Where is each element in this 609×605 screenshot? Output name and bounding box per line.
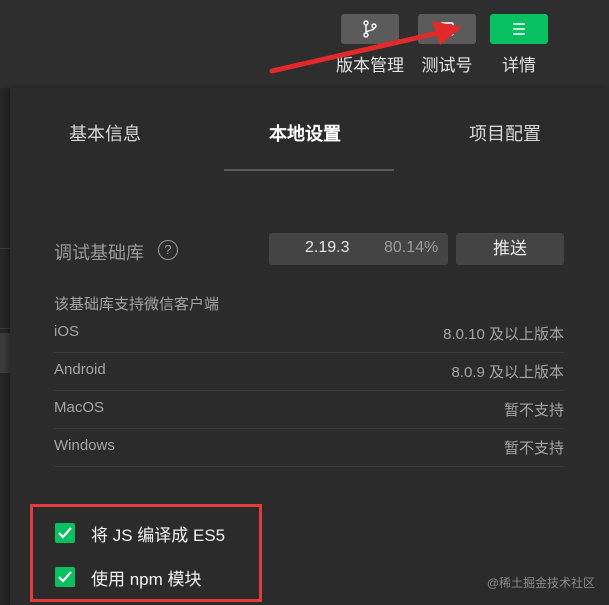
lib-version-select[interactable]: 2.19.3 80.14% — [269, 233, 448, 265]
debug-lib-row: 调试基础库 ? 2.19.3 80.14% 推送 — [54, 233, 564, 267]
test-account-button[interactable]: 测试号 — [414, 14, 480, 76]
os-name: Windows — [54, 437, 115, 454]
watermark: @稀土掘金技术社区 — [486, 576, 595, 590]
os-row-windows: Windows 暂不支持 — [54, 428, 564, 467]
menu-icon — [490, 14, 548, 44]
lib-version-value: 2.19.3 — [305, 239, 350, 256]
branch-icon — [341, 14, 399, 44]
help-icon[interactable]: ? — [158, 240, 178, 260]
support-title: 该基础库支持微信客户端 — [54, 296, 220, 313]
version-management-button[interactable]: 版本管理 — [334, 14, 406, 76]
highlight-box: 将 JS 编译成 ES5 使用 npm 模块 — [30, 504, 262, 602]
details-button[interactable]: 详情 — [487, 14, 551, 76]
tab-local-settings[interactable]: 本地设置 — [269, 120, 341, 146]
os-min-version: 8.0.10 及以上版本 — [443, 326, 564, 343]
os-row-ios: iOS 8.0.10 及以上版本 — [54, 314, 564, 353]
os-name: MacOS — [54, 399, 105, 416]
version-management-label: 版本管理 — [336, 56, 404, 75]
details-label: 详情 — [502, 56, 536, 75]
test-account-icon — [418, 14, 476, 44]
debug-lib-label: 调试基础库 — [54, 243, 144, 263]
tab-basic-info[interactable]: 基本信息 — [69, 120, 141, 146]
lib-coverage-percent: 80.14% — [384, 239, 439, 256]
push-button[interactable]: 推送 — [456, 233, 564, 265]
checkbox-checked-icon[interactable] — [55, 567, 75, 587]
os-row-macos: MacOS 暂不支持 — [54, 390, 564, 429]
active-tab-indicator — [224, 169, 394, 171]
checkbox-checked-icon[interactable] — [55, 523, 75, 543]
os-min-version: 8.0.9 及以上版本 — [451, 364, 564, 381]
option-label: 将 JS 编译成 ES5 — [91, 526, 226, 545]
option-label: 使用 npm 模块 — [91, 570, 202, 589]
background-window-edge — [0, 88, 10, 605]
tab-bar: 基本信息 本地设置 项目配置 — [10, 88, 609, 171]
os-min-version: 暂不支持 — [503, 402, 564, 419]
tab-project-config[interactable]: 项目配置 — [469, 120, 541, 146]
test-account-label: 测试号 — [421, 56, 473, 75]
os-name: iOS — [54, 323, 80, 340]
os-min-version: 暂不支持 — [503, 440, 564, 457]
details-panel: 基本信息 本地设置 项目配置 调试基础库 ? 2.19.3 80.14% 推送 … — [10, 88, 609, 605]
os-name: Android — [54, 361, 106, 378]
os-row-android: Android 8.0.9 及以上版本 — [54, 352, 564, 391]
top-toolbar: 版本管理 测试号 详情 — [0, 0, 609, 88]
